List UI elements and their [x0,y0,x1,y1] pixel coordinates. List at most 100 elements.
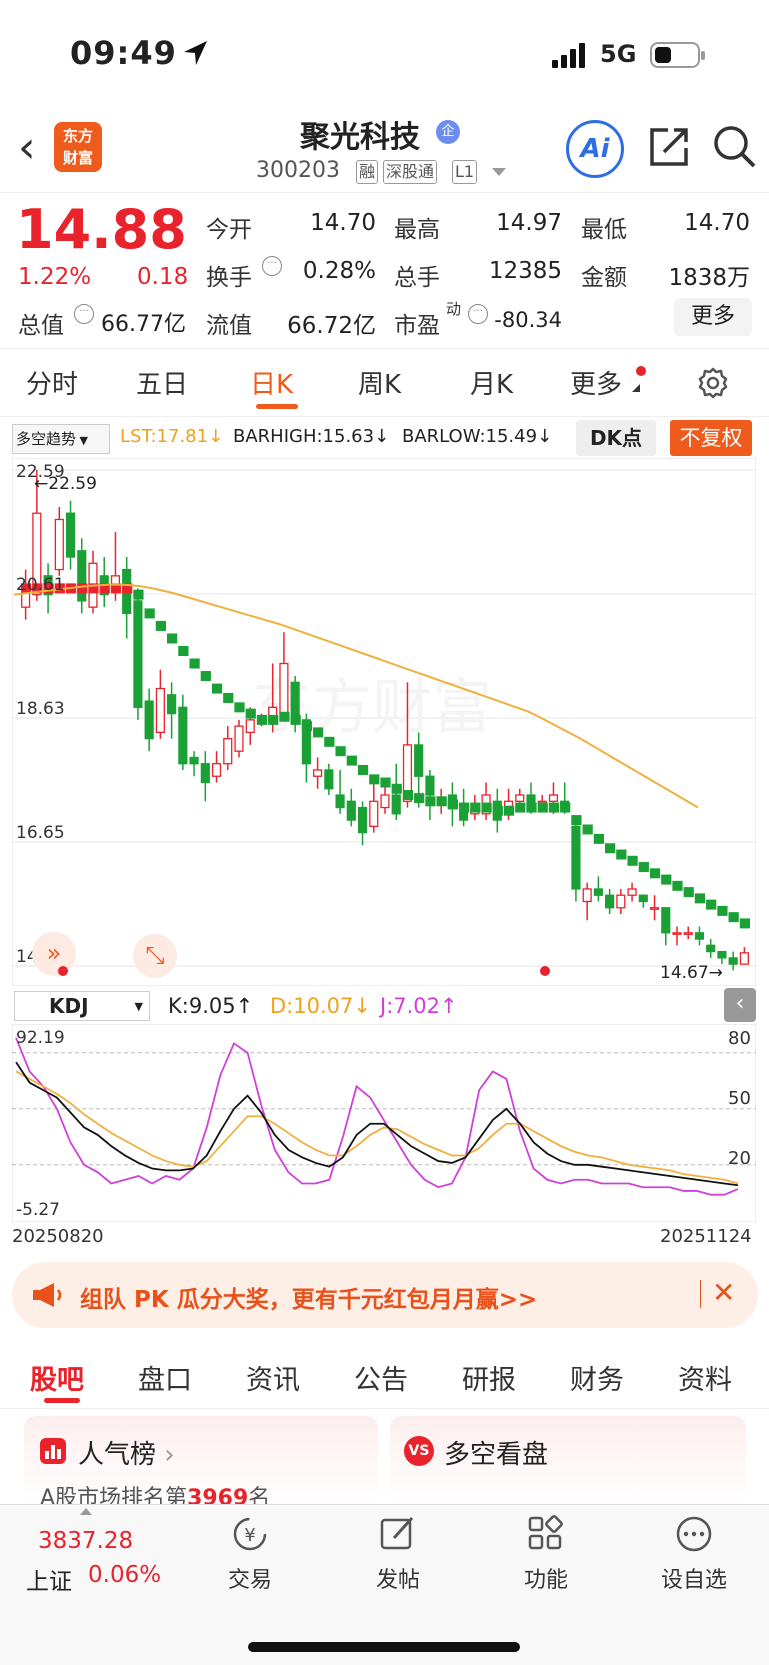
share-icon[interactable] [646,124,692,170]
tab-forum[interactable]: 股吧 [30,1358,84,1397]
candle-body [627,888,637,896]
candle-body [414,744,424,777]
trend-step [167,633,178,644]
status-bar: 09:49 5G [0,0,769,108]
tab-announcements[interactable]: 公告 [354,1358,408,1397]
trend-step [481,802,492,813]
close-icon[interactable]: ✕ [712,1276,735,1309]
candle-body [290,681,300,721]
more-button[interactable]: 更多 [674,298,752,336]
candle-body [245,719,255,734]
price-adjust-button[interactable]: 不复权 [670,420,752,456]
candle-body [380,794,390,809]
grid-apps-icon[interactable] [526,1514,566,1554]
candle-body [661,907,671,934]
chevron-down-icon[interactable] [492,168,506,176]
dropdown-corner-icon [632,384,640,392]
candle-body [548,794,559,802]
tab-financials[interactable]: 财务 [570,1358,624,1397]
gear-icon[interactable] [696,366,730,400]
trade-label[interactable]: 交易 [200,1562,300,1594]
indicator-select[interactable]: 多空趋势 ▼ [12,424,110,454]
candle-body [683,932,693,935]
candle-body [223,738,233,765]
candle-body [391,794,401,815]
search-icon[interactable] [712,124,758,170]
trend-step [324,736,335,747]
ai-button[interactable]: Ai [566,120,624,178]
tag-level: L1 [452,160,478,184]
more-dots-icon[interactable] [674,1514,714,1554]
candle-body [357,806,368,834]
turnover-label: 换手 [206,265,252,291]
candle-body [571,825,581,890]
max-marker: ←22.59 [34,474,97,494]
trend-step [313,727,324,738]
volume-label: 总手 [394,265,440,291]
watchlist-label[interactable]: 设自选 [644,1562,744,1594]
tab-research[interactable]: 研报 [462,1358,516,1397]
more-info-icon[interactable]: ··· [74,304,94,324]
trend-step [503,805,515,816]
trend-step [728,912,739,923]
expand-left-icon[interactable]: » [32,932,76,976]
tab-more[interactable]: 更多 [570,364,622,401]
megaphone-icon [33,1283,62,1307]
post-label[interactable]: 发帖 [348,1562,448,1594]
app-logo: 东方 财富 [54,122,102,172]
tab-five-day[interactable]: 五日 [136,364,188,401]
back-button[interactable]: ‹ [18,126,36,170]
index-name[interactable]: 上证 [26,1562,72,1596]
tab-orderbook[interactable]: 盘口 [138,1358,192,1397]
open-label: 今开 [206,217,252,243]
tab-daily-k[interactable]: 日K [250,364,293,401]
enterprise-badge: 企 [436,120,460,144]
candle-body [346,800,356,821]
edit-post-icon[interactable] [378,1514,418,1554]
popularity-title[interactable]: 人气榜 › [78,1434,175,1471]
trend-step [605,843,616,854]
candle-body [605,894,615,909]
candle-body [706,944,716,953]
kdj-bottom-label: -5.27 [16,1200,60,1220]
dk-signal-dot [58,966,68,976]
collapse-panel-icon[interactable]: ‹ [724,988,756,1022]
kdj-level-50: 50 [728,1088,751,1109]
kdj-chart[interactable] [12,1024,756,1222]
kdj-select[interactable]: KDJ ▼ [14,991,150,1021]
bull-bear-title[interactable]: 多空看盘 [444,1434,548,1471]
trend-step [582,824,593,835]
trade-icon[interactable]: ¥ [230,1514,270,1554]
function-label[interactable]: 功能 [496,1562,596,1594]
float-label: 流值 [206,313,252,339]
dk-points-button[interactable]: DK点 [576,420,656,456]
candle-body [77,550,87,602]
fullscreen-icon[interactable]: ⤡ [133,934,177,978]
tab-weekly-k[interactable]: 周K [358,364,401,401]
pe-dynamic-label: 动 [446,300,462,318]
trend-step [245,708,256,719]
amount-value: 1838万 [668,265,750,291]
turnover-value: 0.28% [302,258,376,284]
candle-body [739,952,749,965]
trend-step [234,702,245,713]
kline-chart[interactable]: 东方财富 20.6118.6316.6514.67 [12,458,756,986]
tab-news[interactable]: 资讯 [246,1358,300,1397]
banner-text[interactable]: 组队 PK 瓜分大奖，更有千元红包月月赢>> [80,1280,537,1314]
tab-intraday[interactable]: 分时 [26,364,78,401]
y-tick-label: 16.65 [16,823,65,843]
index-change[interactable]: 0.06% [88,1562,161,1588]
trend-step [425,796,436,807]
candle-body [144,700,154,740]
candle-body [672,932,682,935]
more-info-icon[interactable]: ··· [262,256,282,276]
pe-label: 市盈 [394,313,440,339]
tab-profile[interactable]: 资料 [678,1358,732,1397]
change-percent: 1.22% [18,264,92,290]
mktcap-label: 总值 [18,313,64,339]
candle-body [155,687,165,734]
tab-monthly-k[interactable]: 月K [470,364,513,401]
chevron-up-icon[interactable] [80,1508,92,1515]
candle-body [200,763,210,784]
index-value[interactable]: 3837.28 [38,1528,133,1554]
